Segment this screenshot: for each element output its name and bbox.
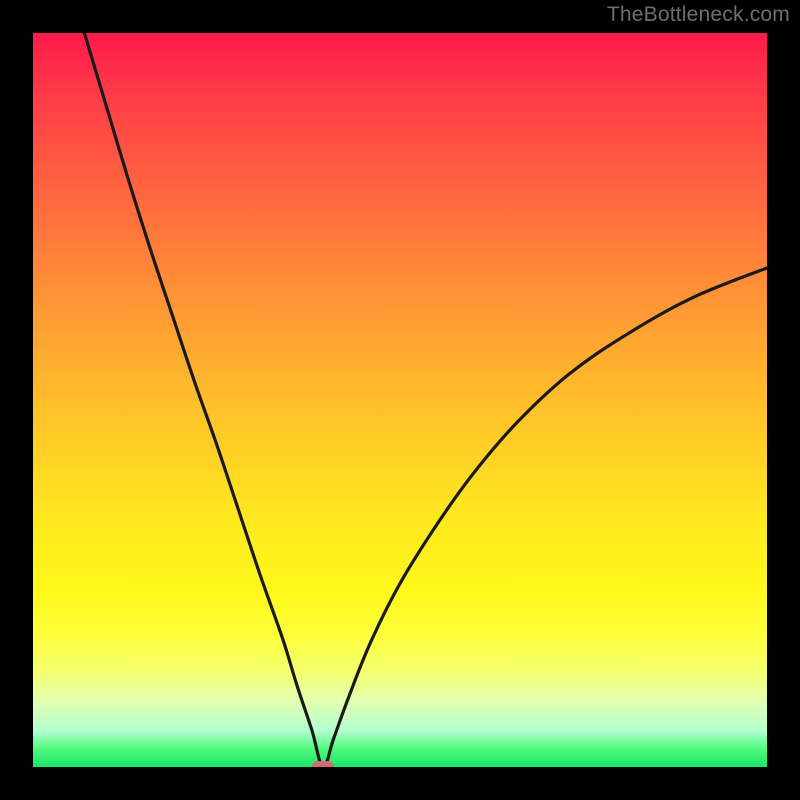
minimum-marker: [312, 761, 334, 767]
curve-layer: [33, 33, 767, 767]
chart-container: TheBottleneck.com: [0, 0, 800, 800]
plot-area: [33, 33, 767, 767]
watermark-text: TheBottleneck.com: [607, 3, 790, 27]
bottleneck-curve: [84, 33, 767, 767]
